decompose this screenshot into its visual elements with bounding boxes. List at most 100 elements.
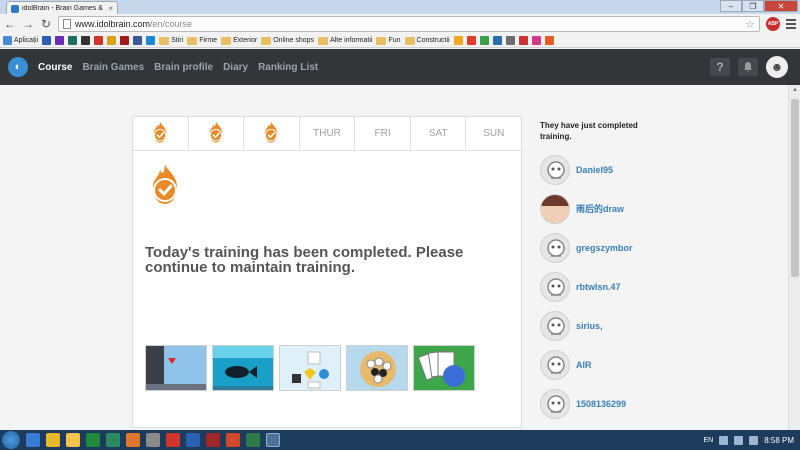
bookmark-label: Stiri (171, 37, 184, 44)
bookmark-item[interactable] (81, 36, 91, 45)
bookmark-item[interactable]: Online shops (261, 36, 315, 45)
bookmark-item[interactable] (544, 36, 554, 45)
browser-tab[interactable]: idolBrain - Brain Games & × (6, 1, 118, 15)
user-name-link[interactable]: gregszymbor (576, 243, 633, 253)
minimize-button[interactable]: – (720, 0, 742, 12)
reload-icon[interactable]: ↻ (40, 17, 52, 31)
bookmark-item[interactable] (531, 36, 541, 45)
user-avatar-icon[interactable]: ☻ (766, 56, 788, 78)
url-text[interactable]: www.idolbrain.com/en/course (75, 19, 192, 29)
start-button-icon[interactable] (2, 431, 20, 449)
taskbar-calculator-icon[interactable] (146, 433, 160, 447)
shapes-game-thumbnail[interactable] (279, 345, 341, 391)
site-favicon-icon (94, 36, 104, 45)
chrome-menu-icon[interactable] (786, 19, 796, 29)
user-photo-avatar[interactable] (540, 193, 570, 224)
taskbar-publisher-icon[interactable] (106, 433, 120, 447)
bookmark-item[interactable] (146, 36, 156, 45)
scroll-up-icon[interactable]: ▲ (789, 87, 800, 97)
taskbar-excel-icon[interactable] (86, 433, 100, 447)
taskbar-access-icon[interactable] (206, 433, 220, 447)
user-name-link[interactable]: 雨后的draw (576, 202, 624, 215)
taskbar-outlook-icon[interactable] (126, 433, 140, 447)
user-name-link[interactable]: AIR (576, 360, 592, 370)
language-indicator[interactable]: EN (703, 437, 713, 444)
bookmark-item[interactable] (120, 36, 130, 45)
tab-close-icon[interactable]: × (108, 4, 113, 13)
back-arrow-icon[interactable]: ← (4, 17, 16, 31)
bookmark-item[interactable] (492, 36, 502, 45)
nav-brain-profile[interactable]: Brain profile (154, 62, 213, 73)
taskbar-acrobat-icon[interactable] (166, 433, 180, 447)
nav-course[interactable]: Course (38, 62, 72, 73)
bookmark-item[interactable] (466, 36, 476, 45)
cliff-game-thumbnail[interactable] (145, 345, 207, 391)
bookmark-item[interactable]: Aplicații (3, 36, 38, 45)
user-list-item[interactable]: 雨后的draw (540, 189, 660, 228)
taskbar-word-icon[interactable] (186, 433, 200, 447)
bookmark-item[interactable]: Fun (376, 36, 401, 45)
nav-diary[interactable]: Diary (223, 62, 248, 73)
bookmark-item[interactable] (479, 36, 489, 45)
nav-brain-games[interactable]: Brain Games (82, 62, 144, 73)
tray-network-icon[interactable] (734, 435, 744, 445)
bookmark-item[interactable] (505, 36, 515, 45)
address-bar[interactable]: www.idolbrain.com/en/course ☆ (58, 16, 760, 32)
bookmark-item[interactable]: Alte informatii (318, 36, 372, 45)
user-name-link[interactable]: rbtwlsn.47 (576, 282, 621, 292)
bookmark-label: Constructii (416, 37, 450, 44)
close-window-button[interactable]: ✕ (764, 0, 798, 12)
go-game-thumbnail[interactable] (346, 345, 408, 391)
bookmark-item[interactable] (518, 36, 528, 45)
bookmark-item[interactable] (55, 36, 65, 45)
bookmark-item[interactable] (107, 36, 117, 45)
bookmark-item[interactable]: Exterior (221, 36, 257, 45)
idolbrain-logo-icon[interactable]: ◐ (8, 57, 28, 77)
taskbar-ie-icon[interactable] (26, 433, 40, 447)
user-list-item[interactable]: Daniel95 (540, 150, 660, 189)
tray-flag-icon[interactable] (719, 435, 729, 445)
page-scrollbar[interactable]: ▲ (788, 85, 800, 430)
default-avatar-icon[interactable] (540, 154, 570, 185)
default-avatar-icon[interactable] (540, 388, 570, 419)
bookmark-item[interactable] (94, 36, 104, 45)
maximize-button[interactable]: ❐ (742, 0, 764, 12)
fish-game-thumbnail[interactable] (212, 345, 274, 391)
user-list-item[interactable]: gregszymbor (540, 228, 660, 267)
user-name-link[interactable]: 1508136299 (576, 399, 626, 409)
bookmark-item[interactable] (68, 36, 78, 45)
notification-bell-icon[interactable] (738, 58, 758, 76)
taskbar-powerpoint-icon[interactable] (226, 433, 240, 447)
default-avatar-icon[interactable] (540, 232, 570, 263)
user-list-item[interactable]: AIR (540, 345, 660, 384)
taskbar-project-icon[interactable] (246, 433, 260, 447)
user-list-item[interactable]: rbtwlsn.47 (540, 267, 660, 306)
completion-message: Today's training has been completed. Ple… (145, 244, 464, 276)
clock-time[interactable]: 8:58 PM (764, 436, 794, 445)
bookmark-item[interactable]: Stiri (159, 36, 184, 45)
help-icon[interactable]: ? (710, 58, 730, 76)
bookmark-item[interactable] (453, 36, 463, 45)
bookmark-item[interactable]: Firme (187, 36, 217, 45)
bookmark-item[interactable]: Constructii (404, 36, 450, 45)
taskbar-browser-active-icon[interactable] (266, 433, 280, 447)
bookmark-star-icon[interactable]: ☆ (745, 18, 755, 31)
user-name-link[interactable]: Daniel95 (576, 165, 613, 175)
taskbar-chrome-icon[interactable] (46, 433, 60, 447)
user-list-item[interactable]: sirius, (540, 306, 660, 345)
tray-volume-icon[interactable] (749, 435, 759, 445)
taskbar-explorer-icon[interactable] (66, 433, 80, 447)
bookmark-item[interactable] (133, 36, 143, 45)
cards-game-thumbnail[interactable] (413, 345, 475, 391)
scroll-thumb[interactable] (791, 99, 799, 277)
adblock-icon[interactable]: ABP (766, 17, 780, 31)
nav-ranking-list[interactable]: Ranking List (258, 62, 318, 73)
user-list-item[interactable]: 1508136299 (540, 384, 660, 423)
default-avatar-icon[interactable] (540, 271, 570, 302)
forward-arrow-icon[interactable]: → (22, 17, 34, 31)
default-avatar-icon[interactable] (540, 310, 570, 341)
bookmark-label: Online shops (273, 37, 315, 44)
bookmark-item[interactable] (42, 36, 52, 45)
default-avatar-icon[interactable] (540, 349, 570, 380)
user-name-link[interactable]: sirius, (576, 321, 603, 331)
